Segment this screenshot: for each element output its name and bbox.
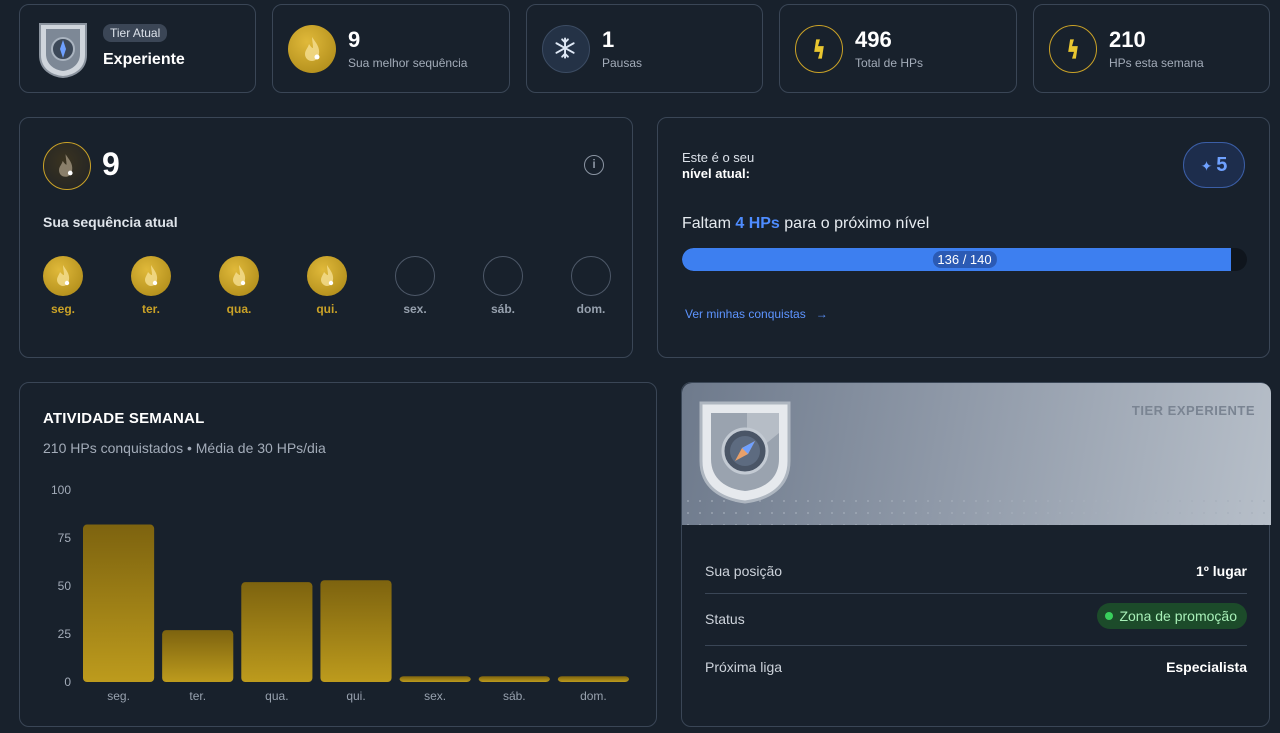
remaining-prefix: Faltam bbox=[682, 215, 731, 232]
streak-day: sex. bbox=[395, 256, 435, 316]
hp-bolt-icon bbox=[1049, 25, 1097, 73]
tier-badge: Tier Atual bbox=[103, 24, 168, 42]
x-tick-label: qua. bbox=[265, 689, 288, 703]
next-league-label: Próxima liga bbox=[705, 659, 783, 675]
total-hps-label: Total de HPs bbox=[855, 56, 924, 70]
tier-hero: TIER EXPERIENTE bbox=[682, 383, 1271, 525]
chart-bar[interactable] bbox=[557, 676, 629, 682]
chart-bar[interactable] bbox=[241, 582, 313, 682]
x-tick-label: seg. bbox=[107, 689, 130, 703]
level-badge: ✦ 5 bbox=[1183, 142, 1245, 188]
level-intro-line1: Este é o seu bbox=[682, 150, 755, 165]
snowflake-icon bbox=[542, 25, 590, 73]
streak-day: qui. bbox=[307, 256, 347, 316]
status-badge: Zona de promoção bbox=[1097, 603, 1247, 629]
week-hps-value: 210 bbox=[1109, 27, 1146, 52]
chart-bar[interactable] bbox=[83, 524, 155, 682]
weekly-bar-chart: 0 25 50 75 100 seg. ter. qua. qui. sex. sáb. dom. bbox=[51, 483, 629, 703]
flame-icon bbox=[43, 142, 91, 190]
hp-bolt-icon bbox=[795, 25, 843, 73]
total-hps-card: 496 Total de HPs bbox=[779, 4, 1017, 93]
y-tick-label: 100 bbox=[51, 483, 71, 497]
weekly-title: ATIVIDADE SEMANAL bbox=[43, 410, 205, 427]
streak-day: ter. bbox=[131, 256, 171, 316]
remaining-suffix: para o próximo nível bbox=[784, 215, 930, 232]
streak-day-label: ter. bbox=[141, 302, 160, 316]
streak-day-label: qua. bbox=[226, 302, 252, 316]
tier-shield-icon bbox=[39, 23, 87, 79]
total-hps-value: 496 bbox=[855, 27, 892, 52]
empty-day-circle bbox=[395, 256, 435, 296]
level-progress-bar: 136 / 140 bbox=[682, 248, 1247, 271]
streak-title: Sua sequência atual bbox=[43, 214, 178, 230]
status-dot-icon bbox=[1105, 612, 1114, 620]
tier-name: Experiente bbox=[103, 51, 185, 68]
status-value: Zona de promoção bbox=[1119, 608, 1237, 624]
y-tick-label: 0 bbox=[64, 675, 71, 689]
level-progress-text: 136 / 140 bbox=[932, 251, 997, 268]
achievements-link-label: Ver minhas conquistas bbox=[685, 307, 806, 321]
arrow-right-icon: → bbox=[815, 307, 828, 321]
x-tick-label: sex. bbox=[424, 689, 446, 703]
divider bbox=[705, 645, 1247, 646]
level-value: 5 bbox=[1216, 154, 1228, 176]
flame-icon bbox=[43, 256, 83, 296]
divider bbox=[705, 593, 1247, 594]
streak-day: seg. bbox=[43, 256, 83, 316]
empty-day-circle bbox=[483, 256, 523, 296]
y-tick-label: 75 bbox=[58, 531, 72, 545]
info-icon[interactable]: i bbox=[584, 155, 604, 175]
streak-value: 9 bbox=[102, 146, 120, 182]
tier-shield-icon bbox=[699, 401, 791, 504]
streak-day-label: dom. bbox=[576, 302, 606, 316]
level-intro: Este é o seu nível atual: bbox=[682, 150, 754, 182]
weekly-activity-card: ATIVIDADE SEMANAL 210 HPs conquistados •… bbox=[19, 382, 657, 727]
x-tick-label: qui. bbox=[346, 689, 365, 703]
level-remaining: Faltam 4 HPs para o próximo nível bbox=[682, 215, 929, 233]
x-tick-label: dom. bbox=[580, 689, 607, 703]
flame-icon bbox=[131, 256, 171, 296]
streak-day-label: sáb. bbox=[490, 302, 515, 316]
level-card: Este é o seu nível atual: ✦ 5 Faltam 4 HP… bbox=[657, 117, 1270, 358]
level-intro-line2: nível atual: bbox=[682, 166, 750, 181]
x-tick-label: sáb. bbox=[503, 689, 526, 703]
week-hps-label: HPs esta semana bbox=[1109, 56, 1204, 70]
tier-stat-card: Tier Atual Experiente bbox=[19, 4, 256, 93]
tier-card: TIER EXPERIENTE Sua posição 1º lugar Sta… bbox=[681, 382, 1271, 727]
y-tick-label: 25 bbox=[58, 627, 72, 641]
tier-hero-label: TIER EXPERIENTE bbox=[1131, 403, 1255, 418]
remaining-value: 4 HPs bbox=[735, 215, 780, 232]
streak-day-label: qui. bbox=[316, 302, 338, 316]
pauses-card: 1 Pausas bbox=[526, 4, 763, 93]
pauses-value: 1 bbox=[602, 27, 615, 52]
pauses-label: Pausas bbox=[602, 56, 643, 70]
weekly-subtitle: 210 HPs conquistados • Média de 30 HPs/d… bbox=[43, 440, 326, 456]
streak-day-label: seg. bbox=[50, 302, 75, 316]
position-label: Sua posição bbox=[705, 563, 783, 579]
streak-day: sáb. bbox=[483, 256, 523, 316]
chart-bar[interactable] bbox=[399, 676, 471, 682]
flame-icon bbox=[307, 256, 347, 296]
chart-bar[interactable] bbox=[320, 580, 392, 682]
empty-day-circle bbox=[571, 256, 611, 296]
y-tick-label: 50 bbox=[58, 579, 72, 593]
position-value: 1º lugar bbox=[1195, 563, 1247, 579]
best-streak-value: 9 bbox=[348, 27, 361, 52]
achievements-link[interactable]: Ver minhas conquistas → bbox=[685, 307, 828, 321]
flame-icon bbox=[219, 256, 259, 296]
week-hps-card: 210 HPs esta semana bbox=[1033, 4, 1270, 93]
best-streak-card: 9 Sua melhor sequência bbox=[272, 4, 510, 93]
sparkle-icon: ✦ bbox=[1200, 158, 1213, 174]
chart-bar[interactable] bbox=[478, 676, 550, 682]
next-league-value: Especialista bbox=[1166, 659, 1247, 675]
streak-day: dom. bbox=[571, 256, 611, 316]
streak-day-label: sex. bbox=[403, 302, 427, 316]
chart-bar[interactable] bbox=[162, 630, 234, 682]
flame-icon bbox=[288, 25, 336, 73]
x-tick-label: ter. bbox=[189, 689, 206, 703]
streak-day: qua. bbox=[219, 256, 259, 316]
current-streak-card: 9 i Sua sequência atual seg. ter. qua. qui.… bbox=[19, 117, 633, 358]
best-streak-label: Sua melhor sequência bbox=[348, 56, 468, 70]
status-label: Status bbox=[705, 611, 745, 627]
